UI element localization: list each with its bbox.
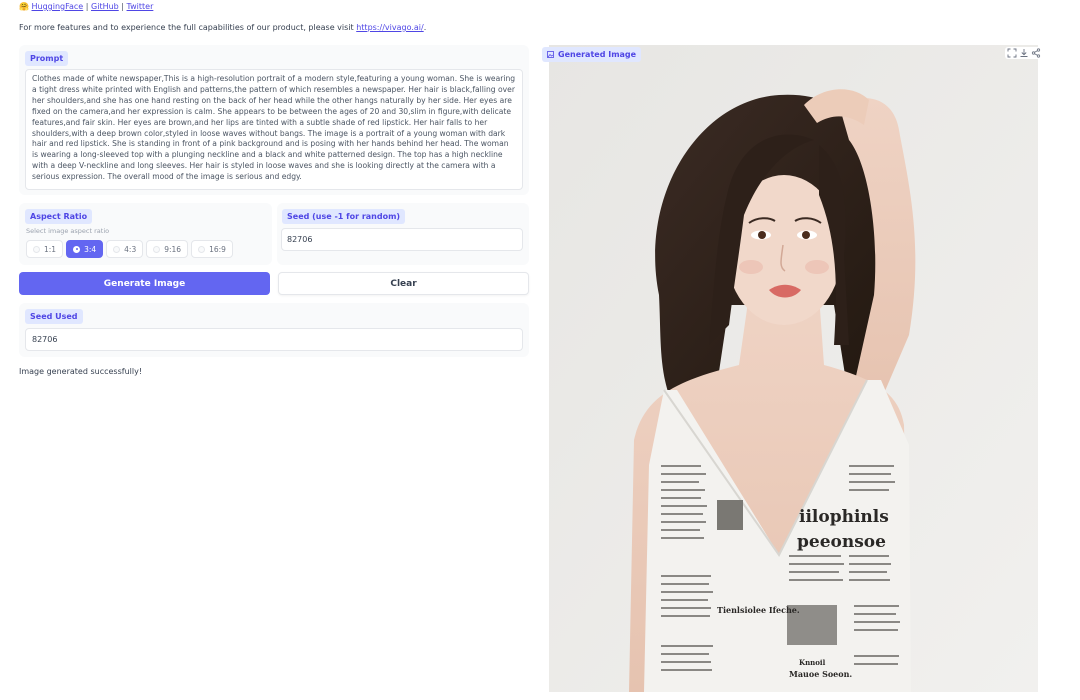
newspaper-headline: Mauoe Soeon. xyxy=(789,669,852,679)
link-separator: | xyxy=(121,2,124,11)
seed-input[interactable]: 82706 xyxy=(281,228,523,251)
portrait-illustration: iilophinls peeonsoe Tienlsiolee Ifeche. … xyxy=(549,45,1038,692)
radio-icon xyxy=(198,245,206,253)
ratio-option-label: 1:1 xyxy=(44,244,57,254)
prompt-label: Prompt xyxy=(25,51,69,66)
aspect-ratio-help: Select image aspect ratio xyxy=(26,227,110,235)
generated-image-label-text: Generated Image xyxy=(558,50,637,59)
share-icon[interactable] xyxy=(1031,48,1041,58)
download-icon[interactable] xyxy=(1019,48,1029,58)
seed-label: Seed (use -1 for random) xyxy=(282,209,406,224)
intro-end: . xyxy=(423,23,427,32)
hugging-face-emoji: 🤗 xyxy=(19,2,29,11)
newspaper-headline: peeonsoe xyxy=(797,532,886,552)
prompt-textarea[interactable]: Clothes made of white newspaper,This is … xyxy=(25,69,523,190)
ratio-option-label: 16:9 xyxy=(209,244,226,254)
vivago-link[interactable]: https://vivago.ai/ xyxy=(356,23,423,32)
radio-icon xyxy=(33,245,40,253)
radio-icon xyxy=(113,245,121,253)
seed-used-label: Seed Used xyxy=(25,309,83,324)
ratio-option-4-3[interactable]: 4:3 xyxy=(106,240,144,258)
ratio-option-3-4[interactable]: 3:4 xyxy=(66,240,104,258)
twitter-link[interactable]: Twitter xyxy=(127,2,154,11)
intro-sentence: For more features and to experience the … xyxy=(19,23,357,32)
clear-button[interactable]: Clear xyxy=(278,272,529,295)
newspaper-headline: Tienlsiolee Ifeche. xyxy=(717,605,800,615)
radio-selected-icon xyxy=(73,245,81,253)
huggingface-link[interactable]: HuggingFace xyxy=(32,2,84,11)
generated-image: iilophinls peeonsoe Tienlsiolee Ifeche. … xyxy=(549,45,1038,692)
generated-image-label: Generated Image xyxy=(542,47,642,62)
generate-image-button[interactable]: Generate Image xyxy=(19,272,270,295)
ratio-option-1-1[interactable]: 1:1 xyxy=(26,240,64,258)
intro-text: For more features and to experience the … xyxy=(19,23,426,32)
seed-used-output: 82706 xyxy=(25,328,523,351)
ratio-option-label: 9:16 xyxy=(164,244,182,254)
link-separator: | xyxy=(85,2,89,11)
image-icon xyxy=(547,51,554,58)
newspaper-headline: iilophinls xyxy=(799,507,889,527)
ratio-option-9-16[interactable]: 9:16 xyxy=(146,240,189,258)
image-toolbar xyxy=(1005,47,1043,59)
status-message: Image generated successfully! xyxy=(19,367,143,376)
ratio-option-label: 4:3 xyxy=(124,244,137,254)
aspect-ratio-label: Aspect Ratio xyxy=(25,209,93,224)
aspect-ratio-options: 1:1 3:4 4:3 9:16 16:9 xyxy=(26,240,233,258)
newspaper-headline: Knnoil xyxy=(799,658,826,667)
ratio-option-label: 3:4 xyxy=(84,244,97,254)
fullscreen-icon[interactable] xyxy=(1007,48,1017,58)
radio-icon xyxy=(153,245,161,253)
github-link[interactable]: GitHub xyxy=(91,2,119,11)
ratio-option-16-9[interactable]: 16:9 xyxy=(191,240,233,258)
header-links: 🤗 HuggingFace | GitHub | Twitter xyxy=(19,2,153,11)
